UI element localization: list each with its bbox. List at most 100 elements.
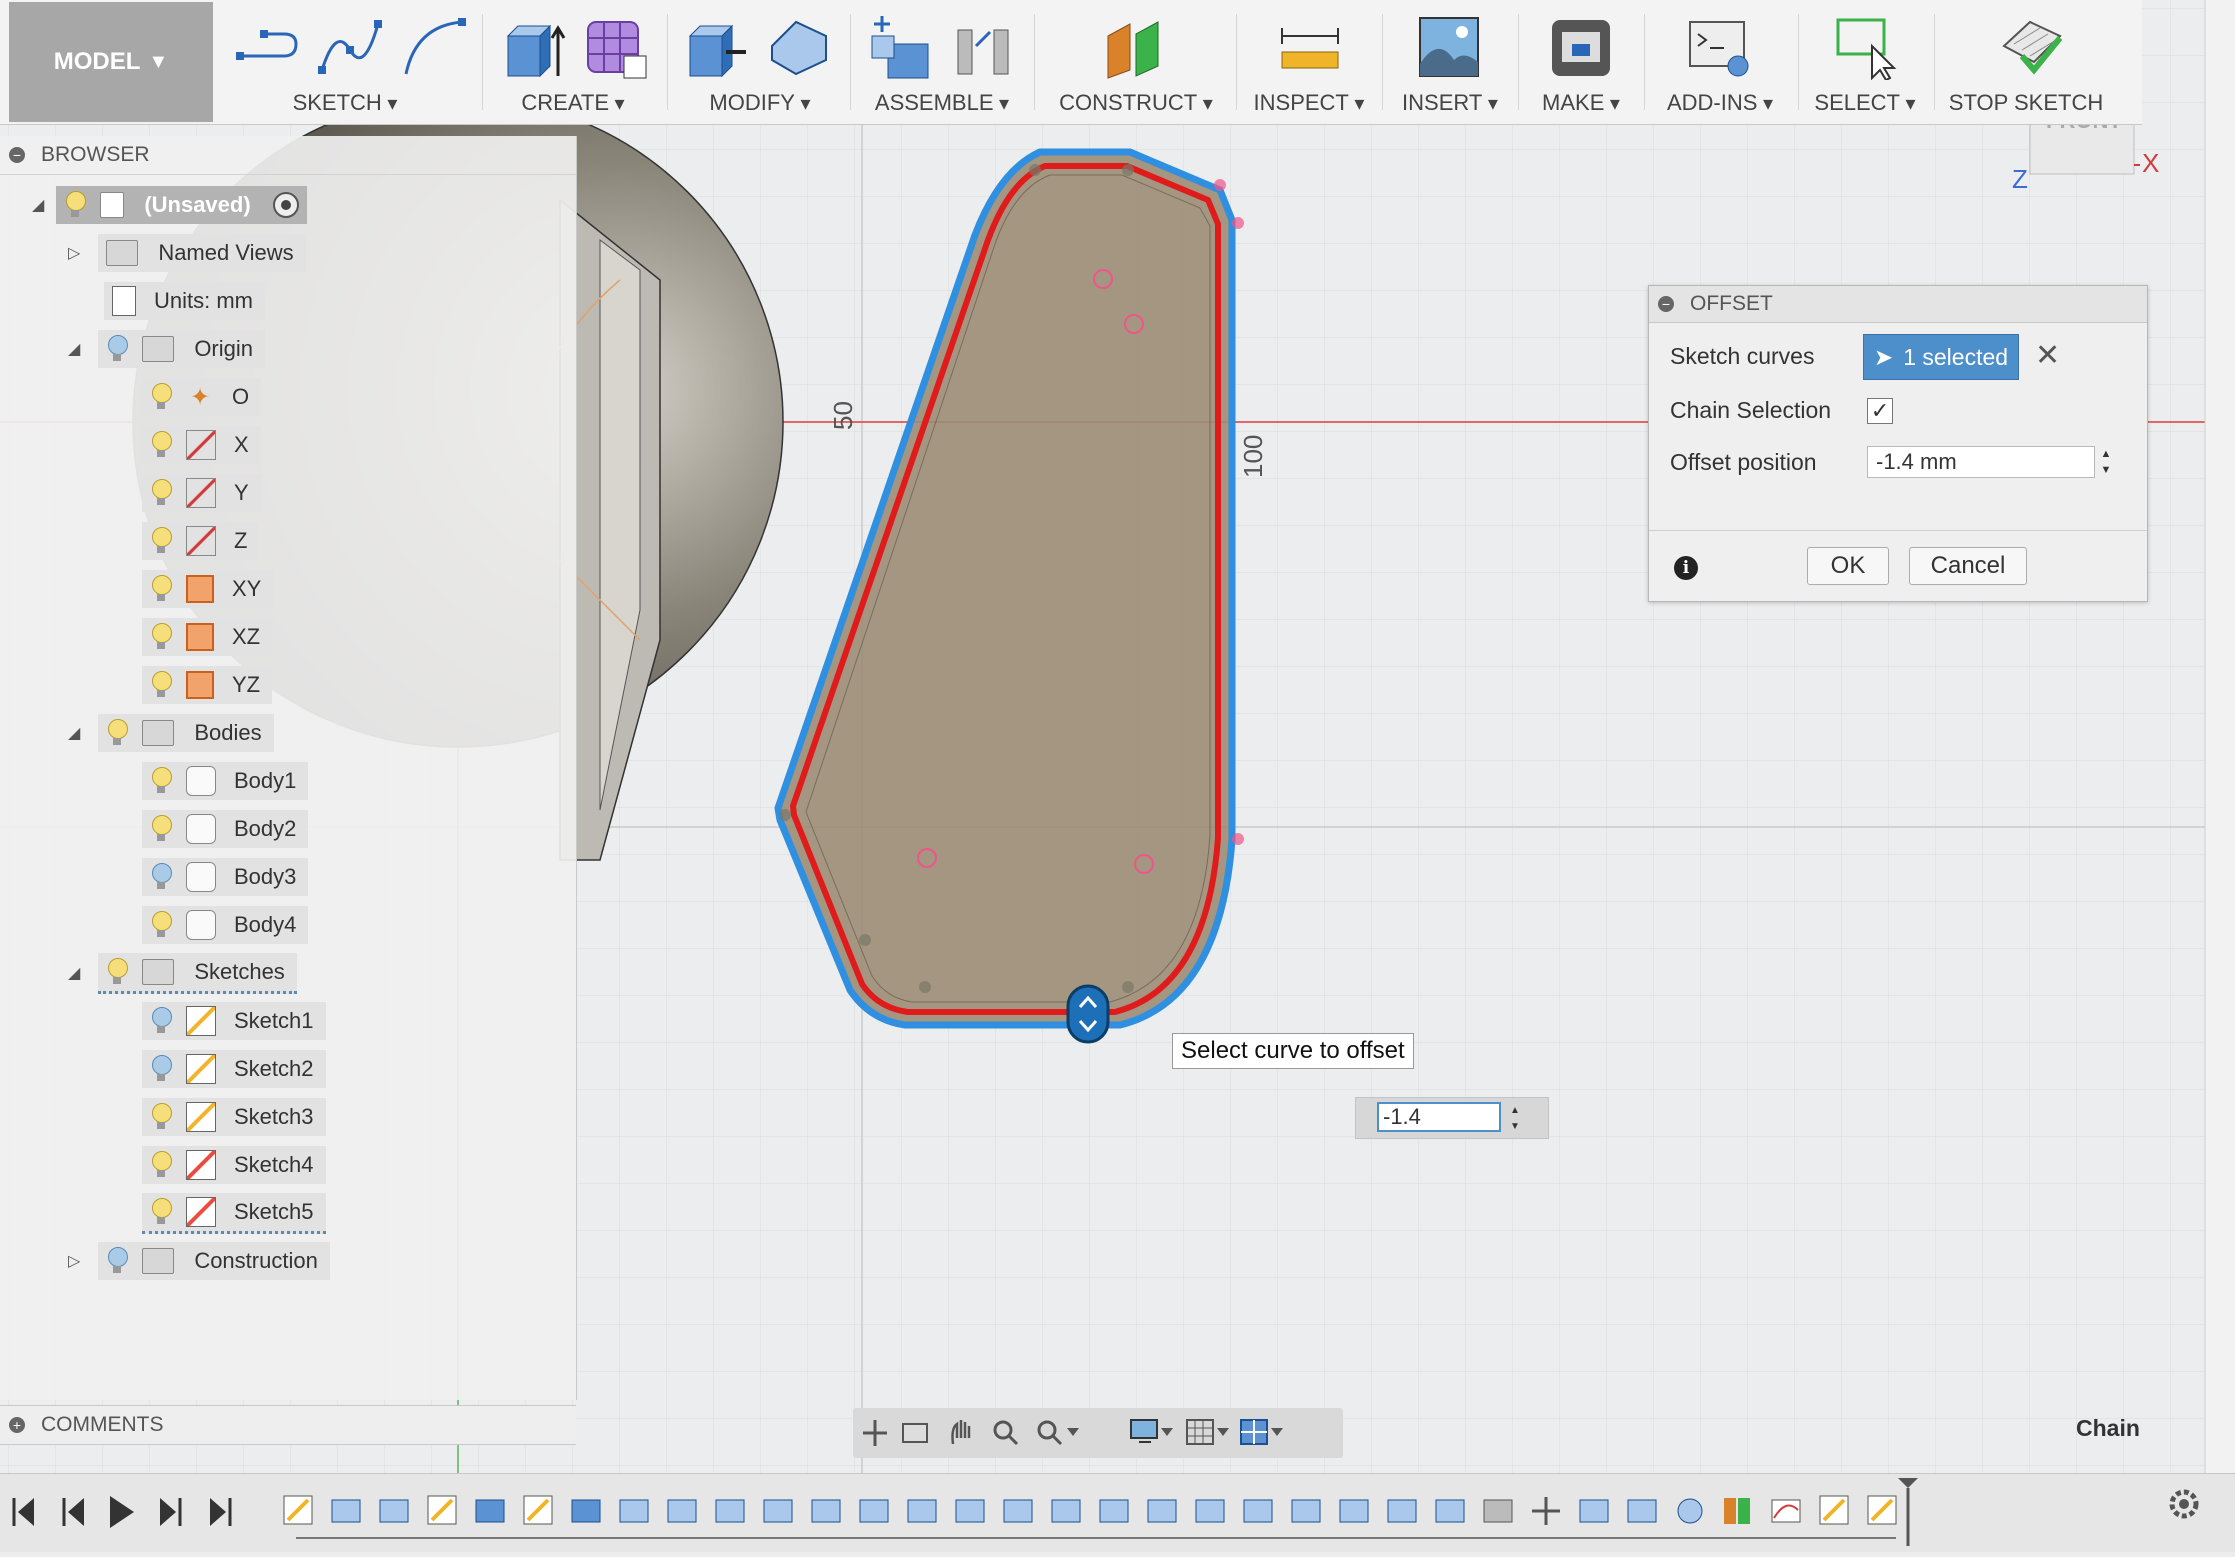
tree-sketch3[interactable]: Sketch3: [142, 1098, 326, 1136]
timeline-play-icon[interactable]: [110, 1496, 134, 1528]
tree-construction[interactable]: ▷ Construction: [68, 1242, 330, 1280]
tree-units[interactable]: Units: mm: [104, 282, 265, 320]
joint-icon[interactable]: [954, 16, 1018, 80]
tree-sketch1[interactable]: Sketch1: [142, 1002, 326, 1040]
ok-button[interactable]: OK: [1807, 547, 1889, 585]
offset-position-stepper[interactable]: ▲ ▼: [2097, 446, 2115, 478]
visibility-bulb-icon[interactable]: [150, 815, 172, 843]
tree-sketch2[interactable]: Sketch2: [142, 1050, 326, 1088]
collapse-icon[interactable]: −: [9, 147, 25, 163]
grid-settings-icon[interactable]: [1186, 1419, 1229, 1445]
insert-image-icon[interactable]: [1418, 16, 1482, 80]
add-ins-menu[interactable]: ADD-INS: [1652, 0, 1788, 124]
tree-origin-o[interactable]: ✦ O: [142, 378, 262, 416]
expand-triangle-icon[interactable]: ▷: [68, 1251, 80, 1271]
construct-menu[interactable]: CONSTRUCT: [1046, 0, 1226, 124]
fillet-icon[interactable]: [766, 16, 830, 80]
measure-icon[interactable]: [1278, 16, 1342, 80]
new-component-icon[interactable]: [868, 16, 932, 80]
visibility-bulb-icon[interactable]: [150, 527, 172, 555]
tree-body2[interactable]: Body2: [142, 810, 309, 848]
timeline-next-icon[interactable]: [160, 1498, 182, 1526]
tree-origin-xz[interactable]: XZ: [142, 618, 273, 656]
activate-radio-icon[interactable]: [272, 192, 299, 218]
visibility-bulb-icon[interactable]: [150, 1055, 172, 1083]
tree-sketch5[interactable]: Sketch5: [142, 1192, 326, 1234]
collapse-icon[interactable]: −: [1658, 296, 1674, 312]
make-menu[interactable]: MAKE: [1526, 0, 1636, 124]
insert-menu[interactable]: INSERT: [1392, 0, 1508, 124]
offset-drag-handle[interactable]: [1066, 984, 1110, 1044]
extrude-icon[interactable]: [502, 16, 566, 80]
visibility-bulb-icon[interactable]: [150, 767, 172, 795]
tree-origin-z[interactable]: Z: [142, 522, 260, 560]
collapse-triangle-icon[interactable]: ◢: [32, 195, 44, 215]
cancel-button[interactable]: Cancel: [1909, 547, 2027, 585]
visibility-bulb-icon[interactable]: [150, 911, 172, 939]
visibility-bulb-icon[interactable]: [150, 1151, 172, 1179]
visibility-bulb-icon[interactable]: [150, 671, 172, 699]
tree-sketch4[interactable]: Sketch4: [142, 1146, 326, 1184]
visibility-bulb-icon[interactable]: [106, 719, 129, 747]
timeline-first-icon[interactable]: [12, 1498, 34, 1526]
timeline-previous-icon[interactable]: [62, 1498, 84, 1526]
tree-sketches[interactable]: ◢ Sketches: [68, 952, 297, 994]
visibility-bulb-icon[interactable]: [150, 383, 172, 411]
tree-origin-x[interactable]: X: [142, 426, 261, 464]
offset-value-stepper[interactable]: ▲ ▼: [1504, 1102, 1526, 1134]
visibility-bulb-icon[interactable]: [150, 623, 172, 651]
visibility-bulb-icon[interactable]: [150, 863, 172, 891]
tree-origin-xy[interactable]: XY: [142, 570, 274, 608]
pan-icon[interactable]: [951, 1420, 971, 1445]
collapse-triangle-icon[interactable]: ◢: [68, 339, 80, 359]
timeline-features[interactable]: [283, 1495, 1897, 1525]
tree-body1[interactable]: Body1: [142, 762, 309, 800]
visibility-bulb-icon[interactable]: [106, 335, 129, 363]
select-menu[interactable]: SELECT: [1808, 0, 1922, 124]
expand-icon[interactable]: +: [9, 1417, 25, 1433]
dimension-50[interactable]: 50: [828, 401, 859, 430]
tree-root[interactable]: ◢ (Unsaved): [32, 186, 307, 224]
orbit-icon[interactable]: [863, 1420, 887, 1446]
tree-body3[interactable]: Body3: [142, 858, 309, 896]
line-icon[interactable]: [234, 16, 302, 80]
workspace-switcher[interactable]: MODEL ▼: [9, 2, 213, 122]
visibility-bulb-icon[interactable]: [64, 191, 87, 219]
browser-header[interactable]: − BROWSER: [0, 136, 576, 175]
offset-value-input[interactable]: -1.4: [1377, 1102, 1501, 1132]
modify-menu[interactable]: MODIFY: [680, 0, 840, 124]
tree-bodies[interactable]: ◢ Bodies: [68, 714, 274, 752]
visibility-bulb-icon[interactable]: [150, 1197, 172, 1226]
arc-icon[interactable]: [400, 16, 468, 80]
offset-plane-icon[interactable]: [1102, 16, 1170, 80]
scripts-icon[interactable]: [1688, 16, 1752, 80]
offset-dialog-header[interactable]: − OFFSET: [1649, 286, 2147, 323]
dimension-100[interactable]: 100: [1238, 435, 1269, 478]
expand-triangle-icon[interactable]: ▷: [68, 243, 80, 263]
visibility-bulb-icon[interactable]: [106, 957, 129, 986]
tree-origin-yz[interactable]: YZ: [142, 666, 273, 704]
create-menu[interactable]: CREATE: [492, 0, 654, 124]
visibility-bulb-icon[interactable]: [150, 1103, 172, 1131]
collapse-triangle-icon[interactable]: ◢: [68, 963, 80, 983]
visibility-bulb-icon[interactable]: [150, 1007, 172, 1035]
select-icon[interactable]: [1836, 16, 1900, 80]
timeline-settings-icon[interactable]: [2169, 1489, 2199, 1519]
stop-sketch-button[interactable]: STOP SKETCH: [1944, 0, 2108, 124]
clear-selection-icon[interactable]: ✕: [2035, 338, 2060, 373]
timeline-marker[interactable]: [1898, 1478, 1918, 1546]
assemble-menu[interactable]: ASSEMBLE: [862, 0, 1022, 124]
offset-position-field[interactable]: -1.4 mm: [1867, 446, 2095, 478]
visibility-bulb-icon[interactable]: [106, 1247, 129, 1275]
press-pull-icon[interactable]: [684, 16, 748, 80]
sketch-menu[interactable]: SKETCH: [230, 0, 466, 124]
3d-print-icon[interactable]: [1550, 16, 1614, 80]
viewports-icon[interactable]: [1240, 1419, 1283, 1445]
collapse-triangle-icon[interactable]: ◢: [68, 723, 80, 743]
tree-named-views[interactable]: ▷ Named Views: [68, 234, 306, 272]
tree-origin-y[interactable]: Y: [142, 474, 261, 512]
tree-origin[interactable]: ◢ Origin: [68, 330, 265, 368]
look-at-icon[interactable]: [902, 1423, 928, 1443]
stop-sketch-icon[interactable]: [2000, 16, 2064, 80]
info-icon[interactable]: i: [1674, 556, 1698, 580]
